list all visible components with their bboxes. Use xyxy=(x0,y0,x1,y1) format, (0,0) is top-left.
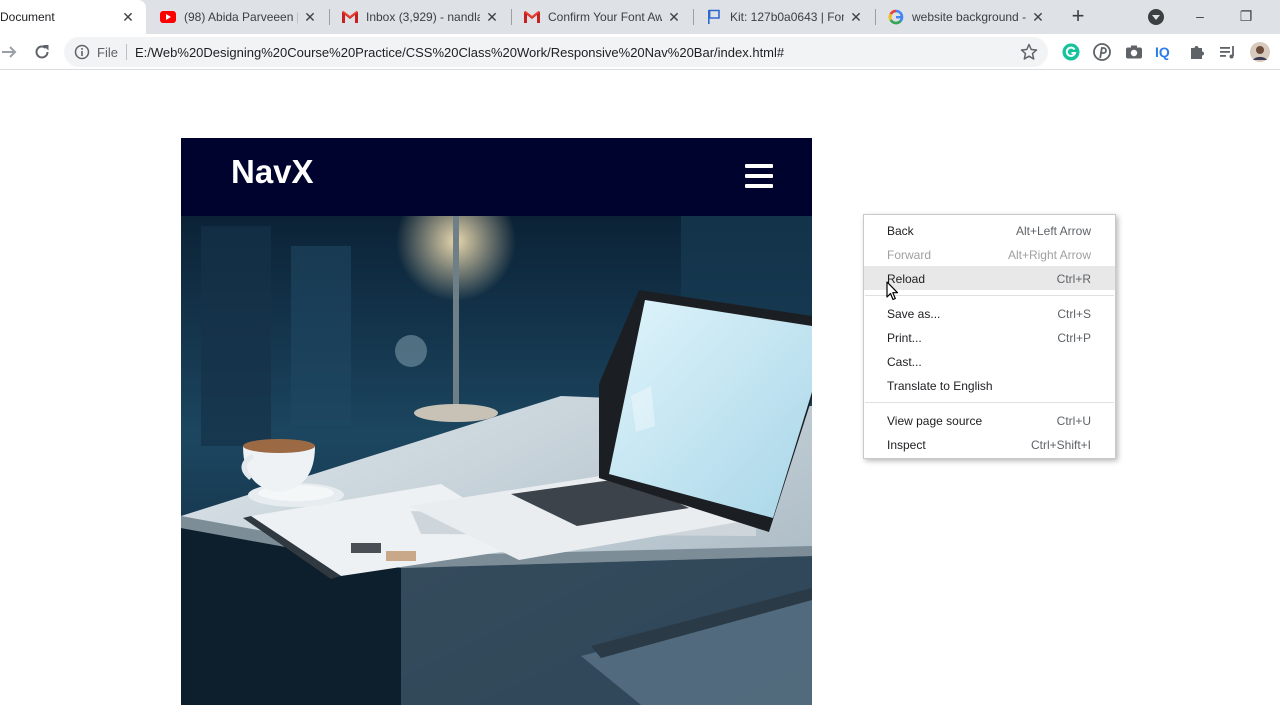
site-logo[interactable]: NavX xyxy=(231,153,314,191)
bookmark-star-icon[interactable] xyxy=(1020,43,1038,61)
tab-close-icon[interactable]: ✕ xyxy=(302,9,318,25)
tab-document[interactable]: Document ✕ xyxy=(0,0,146,34)
menu-item-shortcut: Ctrl+U xyxy=(1056,414,1091,428)
info-icon[interactable] xyxy=(74,44,90,60)
tab-title: Document xyxy=(0,10,55,24)
menu-item-label: View page source xyxy=(887,414,983,428)
puzzle-icon[interactable] xyxy=(1187,42,1207,62)
reload-icon[interactable] xyxy=(32,42,52,62)
menu-item-save-as[interactable]: Save as... Ctrl+S xyxy=(864,301,1115,325)
forward-arrow-icon[interactable] xyxy=(0,42,20,62)
playlist-icon[interactable] xyxy=(1218,42,1238,62)
scheme-label: File xyxy=(97,45,118,60)
menu-item-inspect[interactable]: Inspect Ctrl+Shift+I xyxy=(864,432,1115,456)
tab-font-awesome-kit[interactable]: Kit: 127b0a0643 | Font ✕ xyxy=(694,0,874,34)
menu-item-shortcut: Ctrl+S xyxy=(1057,307,1091,321)
tab-youtube[interactable]: (98) Abida Parveeen | U ✕ xyxy=(148,0,328,34)
tab-title: Confirm Your Font Aw xyxy=(548,10,662,24)
menu-item-label: Forward xyxy=(887,248,932,262)
browser-toolbar: File E:/Web%20Designing%20Course%20Pract… xyxy=(0,34,1280,70)
tab-title: Kit: 127b0a0643 | Font xyxy=(730,10,844,24)
flag-icon xyxy=(706,9,722,25)
grammarly-icon[interactable] xyxy=(1061,42,1081,62)
site-preview: NavX xyxy=(181,138,812,705)
menu-item-label: Save as... xyxy=(887,307,941,321)
tab-close-icon[interactable]: ✕ xyxy=(484,9,500,25)
pinterest-icon[interactable] xyxy=(1092,42,1112,62)
tab-close-icon[interactable]: ✕ xyxy=(848,9,864,25)
tab-close-icon[interactable]: ✕ xyxy=(120,9,136,25)
minimize-button[interactable]: – xyxy=(1190,6,1210,26)
menu-item-cast[interactable]: Cast... xyxy=(864,349,1115,373)
new-tab-button[interactable]: + xyxy=(1066,5,1090,29)
camera-icon[interactable] xyxy=(1124,42,1144,62)
tab-search-icon[interactable] xyxy=(1146,7,1166,27)
menu-item-forward[interactable]: Forward Alt+Right Arrow xyxy=(864,242,1115,266)
menu-item-label: Cast... xyxy=(887,355,922,369)
tab-close-icon[interactable]: ✕ xyxy=(1030,9,1046,25)
hamburger-line xyxy=(745,184,773,188)
menu-item-translate[interactable]: Translate to English xyxy=(864,373,1115,397)
iq-label: IQ xyxy=(1155,44,1170,60)
menu-item-shortcut: Alt+Left Arrow xyxy=(1015,224,1091,238)
youtube-icon xyxy=(160,9,176,25)
menu-item-shortcut: Alt+Right Arrow xyxy=(1007,248,1091,262)
restore-button[interactable]: ❐ xyxy=(1236,6,1256,26)
gmail-icon xyxy=(342,9,358,25)
gmail-icon xyxy=(524,9,540,25)
menu-item-print[interactable]: Print... Ctrl+P xyxy=(864,325,1115,349)
tab-gmail-inbox[interactable]: Inbox (3,929) - nandla ✕ xyxy=(330,0,510,34)
tab-title: (98) Abida Parveeen | U xyxy=(184,10,298,24)
menu-item-shortcut: Ctrl+P xyxy=(1057,331,1091,345)
address-bar[interactable]: File E:/Web%20Designing%20Course%20Pract… xyxy=(64,37,1048,67)
menu-item-back[interactable]: Back Alt+Left Arrow xyxy=(864,218,1115,242)
menu-item-shortcut: Ctrl+R xyxy=(1056,272,1091,286)
hamburger-line xyxy=(745,174,773,178)
hero-image xyxy=(181,216,812,705)
menu-item-label: Inspect xyxy=(887,438,926,452)
menu-separator xyxy=(865,295,1114,296)
hamburger-line xyxy=(745,164,773,168)
iq-icon[interactable]: IQ xyxy=(1155,42,1175,62)
menu-item-label: Translate to English xyxy=(887,379,993,393)
google-icon xyxy=(888,9,904,25)
avatar[interactable] xyxy=(1250,42,1270,62)
tab-strip: Document ✕ (98) Abida Parveeen | U ✕ Inb… xyxy=(0,0,1280,34)
address-divider xyxy=(126,44,127,60)
menu-item-label: Print... xyxy=(887,331,922,345)
menu-item-view-source[interactable]: View page source Ctrl+U xyxy=(864,408,1115,432)
menu-item-shortcut: Ctrl+Shift+I xyxy=(1030,438,1091,452)
hamburger-menu-icon[interactable] xyxy=(745,164,773,188)
menu-item-label: Back xyxy=(887,224,914,238)
tab-close-icon[interactable]: ✕ xyxy=(666,9,682,25)
tab-gmail-confirm[interactable]: Confirm Your Font Aw ✕ xyxy=(512,0,692,34)
tab-title: website background - xyxy=(912,10,1026,24)
context-menu: Back Alt+Left Arrow Forward Alt+Right Ar… xyxy=(863,214,1116,459)
mouse-cursor-icon xyxy=(886,281,900,301)
site-navbar: NavX xyxy=(181,138,812,216)
menu-separator xyxy=(865,402,1114,403)
url-text[interactable]: E:/Web%20Designing%20Course%20Practice/C… xyxy=(135,45,784,60)
menu-item-reload[interactable]: Reload Ctrl+R xyxy=(864,266,1115,290)
tab-google-search[interactable]: website background - ✕ xyxy=(876,0,1056,34)
tab-title: Inbox (3,929) - nandla xyxy=(366,10,480,24)
